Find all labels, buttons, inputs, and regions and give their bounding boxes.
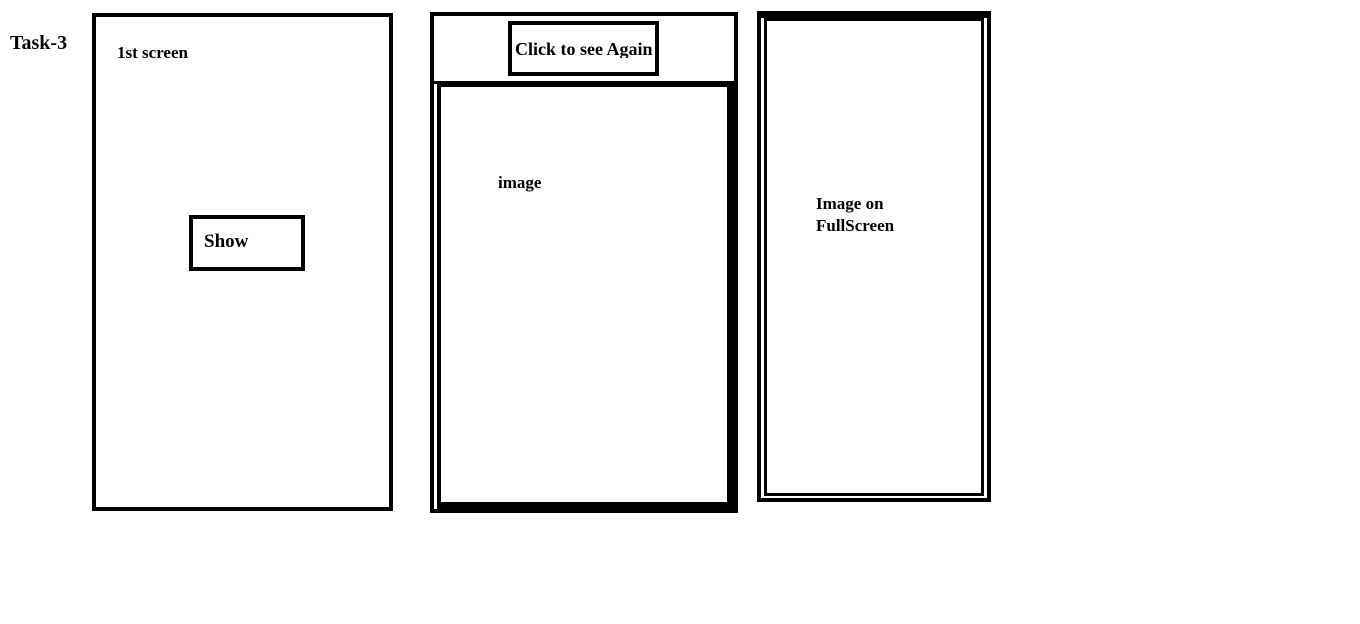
click-to-see-again-label[interactable]: Click to see Again <box>515 40 663 58</box>
show-button-label[interactable]: Show <box>204 232 248 251</box>
image-label: image <box>498 173 542 192</box>
fullscreen-image-label: Image on FullScreen <box>816 194 895 235</box>
third-screen-inner-frame <box>764 18 984 496</box>
image-placeholder-box <box>437 83 735 510</box>
task-title: Task-3 <box>10 32 68 54</box>
first-screen-label: 1st screen <box>117 43 188 62</box>
